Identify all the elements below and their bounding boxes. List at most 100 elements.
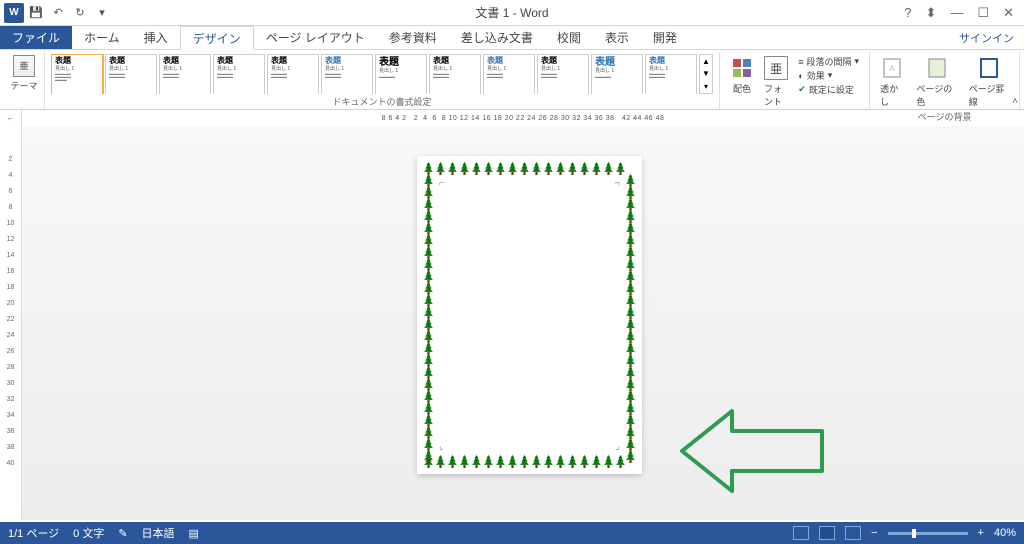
ruler-corner: ⌐ — [0, 110, 22, 126]
zoom-out-icon[interactable]: − — [871, 527, 877, 539]
maximize-icon[interactable]: ☐ — [977, 5, 989, 21]
group-themes: 亜 テーマ — [4, 52, 45, 109]
macro-icon[interactable]: ▤ — [189, 527, 199, 540]
view-read-icon[interactable] — [793, 526, 809, 540]
proofing-icon[interactable]: ✎ — [118, 527, 127, 540]
tab-references[interactable]: 参考資料 — [377, 26, 449, 49]
status-language[interactable]: 日本語 — [142, 525, 175, 541]
redo-icon[interactable]: ↻ — [70, 3, 90, 23]
group-format-options: 配色 亜フォント ≡段落の間隔▾ ◐効果▾ ✔既定に設定 — [720, 52, 870, 109]
annotation-arrow-icon — [672, 401, 842, 501]
margin-mark-icon: ⌞ — [439, 441, 444, 452]
status-word-count[interactable]: 0 文字 — [73, 525, 104, 541]
zoom-level[interactable]: 40% — [994, 527, 1016, 539]
horizontal-ruler[interactable]: 8 6 4 2 2 4 6 8 10 12 14 16 18 20 22 24 … — [22, 110, 1024, 126]
page-color-button[interactable]: ページの色 — [912, 54, 960, 110]
tab-page-layout[interactable]: ページ レイアウト — [254, 26, 377, 49]
tab-mailings[interactable]: 差し込み文書 — [449, 26, 545, 49]
vertical-ruler[interactable]: 246810121416182022242628303234363840 — [0, 126, 22, 520]
tab-home[interactable]: ホーム — [72, 26, 132, 49]
tab-design[interactable]: デザイン — [180, 26, 254, 50]
view-web-icon[interactable] — [845, 526, 861, 540]
minimize-icon[interactable]: — — [950, 5, 963, 21]
set-default-button[interactable]: ✔既定に設定 — [798, 83, 859, 96]
document-page[interactable]: ⌐ ¬ ⌞ ⌟ — [417, 156, 642, 474]
tab-view[interactable]: 表示 — [593, 26, 641, 49]
tree-page-border — [423, 162, 636, 468]
style-thumb[interactable]: 表題見出し 1▬▬▬▬ — [591, 54, 643, 94]
tree-border-icon — [507, 162, 518, 175]
fonts-icon: 亜 — [764, 56, 788, 80]
effects-icon: ◐ — [798, 71, 803, 81]
watermark-icon: A — [880, 56, 904, 80]
chevron-up-icon[interactable]: ▲ — [700, 57, 712, 66]
style-thumb[interactable]: 表題見出し 1▬▬▬▬ — [375, 54, 427, 94]
ribbon: 亜 テーマ 表題見出し 1▬▬▬▬▬▬▬▬▬▬▬ 表題見出し 1▬▬▬▬▬▬▬▬… — [0, 50, 1024, 110]
group-doc-formatting: 表題見出し 1▬▬▬▬▬▬▬▬▬▬▬ 表題見出し 1▬▬▬▬▬▬▬▬ 表題見出し… — [45, 52, 720, 109]
style-thumb[interactable]: 表題見出し 1▬▬▬▬▬▬▬▬ — [483, 54, 535, 94]
tab-file[interactable]: ファイル — [0, 26, 72, 49]
page-border-button[interactable]: ページ罫線 — [965, 54, 1013, 110]
themes-label: テーマ — [10, 79, 37, 92]
undo-icon[interactable]: ↶ — [48, 3, 68, 23]
horizontal-ruler-area: ⌐ 8 6 4 2 2 4 6 8 10 12 14 16 18 20 22 2… — [0, 110, 1024, 126]
margin-mark-icon: ⌐ — [439, 178, 445, 189]
style-thumb[interactable]: 表題見出し 1▬▬▬▬▬▬▬▬ — [159, 54, 211, 94]
themes-button[interactable]: 亜 テーマ — [10, 54, 38, 92]
style-thumb[interactable]: 表題見出し 1▬▬▬▬▬▬▬▬ — [537, 54, 589, 94]
view-print-icon[interactable] — [819, 526, 835, 540]
style-thumb[interactable]: 表題見出し 1▬▬▬▬▬▬▬▬▬▬▬ — [51, 54, 103, 94]
zoom-in-icon[interactable]: + — [978, 527, 984, 539]
tab-developer[interactable]: 開発 — [641, 26, 689, 49]
page-border-icon — [977, 56, 1001, 80]
effects-button[interactable]: ◐効果▾ — [798, 69, 859, 82]
chevron-down-icon[interactable]: ▼ — [700, 69, 712, 78]
colors-icon — [730, 56, 754, 80]
tree-border-icon — [543, 455, 554, 468]
tab-insert[interactable]: 挿入 — [132, 26, 180, 49]
style-thumb[interactable]: 表題見出し 1▬▬▬▬▬▬▬▬ — [213, 54, 265, 94]
style-thumb[interactable]: 表題見出し 1▬▬▬▬▬▬▬▬ — [645, 54, 697, 94]
document-title: 文書 1 - Word — [475, 4, 548, 21]
collapse-ribbon-icon[interactable]: ˄ — [1012, 96, 1018, 107]
document-canvas[interactable]: ⌐ ¬ ⌞ ⌟ — [22, 126, 1024, 520]
tree-border-icon — [579, 162, 590, 175]
tree-border-icon — [603, 455, 614, 468]
tree-border-icon — [555, 455, 566, 468]
para-spacing-button[interactable]: ≡段落の間隔▾ — [798, 55, 859, 68]
tree-border-icon — [531, 162, 542, 175]
style-thumb[interactable]: 表題見出し 1▬▬▬▬▬▬▬▬ — [267, 54, 319, 94]
tree-border-icon — [495, 162, 506, 175]
tree-border-icon — [471, 162, 482, 175]
style-gallery[interactable]: 表題見出し 1▬▬▬▬▬▬▬▬▬▬▬ 表題見出し 1▬▬▬▬▬▬▬▬ 表題見出し… — [51, 54, 713, 94]
colors-button[interactable]: 配色 — [726, 54, 758, 110]
fonts-button[interactable]: 亜フォント — [760, 54, 792, 110]
word-app-icon[interactable]: W — [4, 3, 24, 23]
gallery-scroll[interactable]: ▲ ▼ ▾ — [699, 54, 713, 94]
signin-link[interactable]: サインイン — [949, 26, 1024, 49]
tree-border-icon — [603, 162, 614, 175]
style-thumb[interactable]: 表題見出し 1▬▬▬▬▬▬▬▬ — [429, 54, 481, 94]
tree-border-icon — [447, 455, 458, 468]
title-bar: W 💾 ↶ ↻ ▾ 文書 1 - Word ? ⬍ — ☐ ✕ — [0, 0, 1024, 26]
zoom-slider[interactable] — [888, 532, 968, 535]
format-small-options: ≡段落の間隔▾ ◐効果▾ ✔既定に設定 — [794, 54, 863, 110]
style-thumb[interactable]: 表題見出し 1▬▬▬▬▬▬▬▬ — [105, 54, 157, 94]
quick-access-toolbar: W 💾 ↶ ↻ ▾ — [0, 3, 116, 23]
page-color-icon — [925, 56, 949, 80]
save-icon[interactable]: 💾 — [26, 3, 46, 23]
ribbon-display-icon[interactable]: ⬍ — [926, 5, 937, 21]
tree-border-icon — [435, 162, 446, 175]
tab-review[interactable]: 校閲 — [545, 26, 593, 49]
help-icon[interactable]: ? — [904, 5, 911, 21]
gallery-more-icon[interactable]: ▾ — [700, 82, 712, 91]
tree-border-icon — [543, 162, 554, 175]
margin-mark-icon: ¬ — [614, 178, 620, 189]
close-icon[interactable]: ✕ — [1003, 5, 1014, 21]
watermark-button[interactable]: A透かし — [876, 54, 908, 110]
status-page[interactable]: 1/1 ページ — [8, 525, 59, 541]
tree-border-icon — [459, 162, 470, 175]
style-thumb[interactable]: 表題見出し 1▬▬▬▬▬▬▬▬ — [321, 54, 373, 94]
qat-more-icon[interactable]: ▾ — [92, 3, 112, 23]
tree-border-icon — [507, 455, 518, 468]
